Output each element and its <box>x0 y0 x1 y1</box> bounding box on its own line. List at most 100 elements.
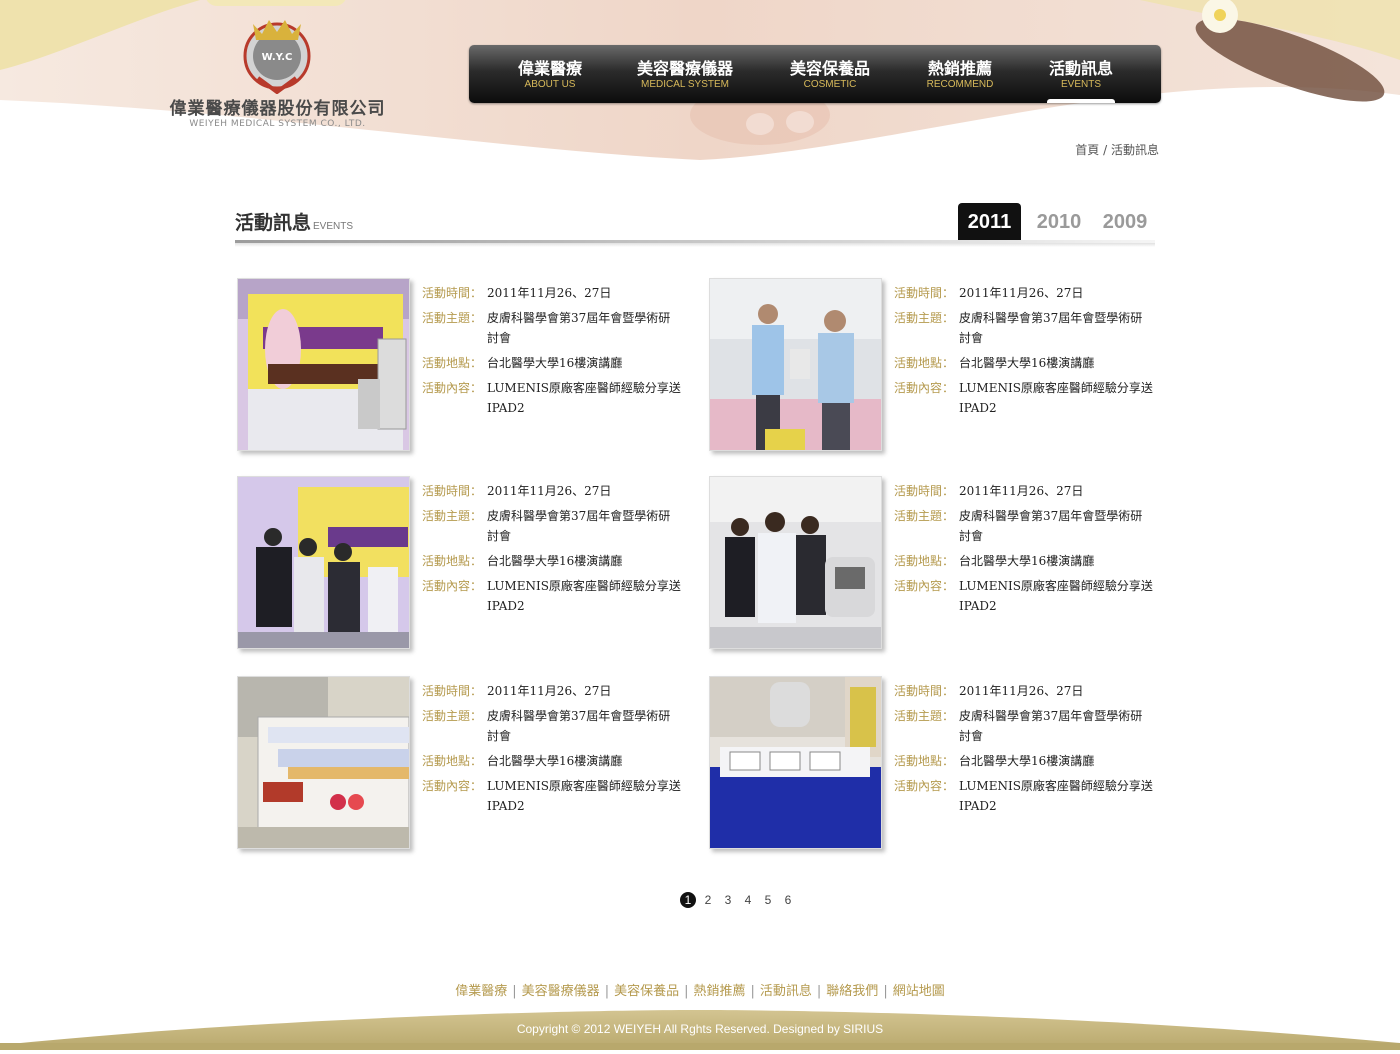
event-info: 活動時間： 2011年11月26、27日 活動主題： 皮膚科醫學會第37屆年會暨學術… <box>422 481 682 621</box>
event-info: 活動時間： 2011年11月26、27日 活動主題： 皮膚科醫學會第37屆年會暨學術… <box>894 283 1154 423</box>
event-content-label: 活動內容： <box>894 381 955 395</box>
breadcrumb: 首頁 / 活動訊息 <box>1075 141 1159 158</box>
event-place: 台北醫學大學16樓演講廳 <box>487 356 623 370</box>
year-tab-2010[interactable]: 2010 <box>1032 203 1086 240</box>
event-time-label: 活動時間： <box>422 484 483 498</box>
nav-label-en: ABOUT US <box>524 79 576 90</box>
event-info: 活動時間： 2011年11月26、27日 活動主題： 皮膚科醫學會第37屆年會暨學術… <box>422 283 682 423</box>
event-content: LUMENIS原廠客座醫師經驗分享送IPAD2 <box>487 579 681 613</box>
footer-link-events[interactable]: 活動訊息 <box>760 984 812 999</box>
nav-label-en: RECOMMEND <box>926 79 994 90</box>
page-link-1[interactable]: 1 <box>680 892 696 908</box>
page-title: 活動訊息 EVENTS <box>235 208 353 235</box>
event-time: 2011年11月26、27日 <box>487 484 612 498</box>
nav-item-cosmetic[interactable]: 美容保養品 COSMETIC <box>775 59 885 99</box>
company-logo[interactable]: W.Y.C 偉業醫療儀器股份有限公司 WEIYEH MEDICAL SYSTEM… <box>160 8 395 133</box>
event-topic: 皮膚科醫學會第37屆年會暨學術研討會 <box>959 311 1143 345</box>
crest-icon: W.Y.C <box>238 12 316 95</box>
event-photo[interactable] <box>237 278 410 451</box>
copyright-text: Copyright © 2012 WEIYEH All Rghts Reserv… <box>516 1022 884 1036</box>
page-title-en: EVENTS <box>313 221 354 232</box>
event-topic-label: 活動主題： <box>422 311 483 325</box>
year-tab-2009[interactable]: 2009 <box>1098 203 1152 240</box>
event-topic-label: 活動主題： <box>422 509 483 523</box>
event-topic: 皮膚科醫學會第37屆年會暨學術研討會 <box>487 709 671 743</box>
page-title-zh: 活動訊息 <box>235 212 312 234</box>
nav-label-en: COSMETIC <box>803 79 857 90</box>
event-topic: 皮膚科醫學會第37屆年會暨學術研討會 <box>487 311 671 345</box>
event-place-label: 活動地點： <box>894 356 955 370</box>
event-card: 活動時間： 2011年11月26、27日 活動主題： 皮膚科醫學會第37屆年會暨學術… <box>709 278 1159 453</box>
event-content-label: 活動內容： <box>422 779 483 793</box>
event-topic: 皮膚科醫學會第37屆年會暨學術研討會 <box>959 509 1143 543</box>
footer-separator: | <box>816 984 822 999</box>
page-link-3[interactable]: 3 <box>720 892 736 908</box>
breadcrumb-home-link[interactable]: 首頁 <box>1075 143 1099 157</box>
event-place-label: 活動地點： <box>894 754 955 768</box>
event-content-label: 活動內容： <box>894 579 955 593</box>
nav-item-recommend[interactable]: 熱銷推薦 RECOMMEND <box>910 59 1010 99</box>
nav-item-about-us[interactable]: 偉業醫療 ABOUT US <box>505 59 595 99</box>
event-card: 活動時間： 2011年11月26、27日 活動主題： 皮膚科醫學會第37屆年會暨學術… <box>237 476 687 651</box>
nav-label-zh: 美容醫療儀器 <box>636 59 733 78</box>
event-topic: 皮膚科醫學會第37屆年會暨學術研討會 <box>487 509 671 543</box>
event-place-label: 活動地點： <box>422 554 483 568</box>
nav-label-en: MEDICAL SYSTEM <box>641 79 729 90</box>
logo-tab-decoration <box>205 0 347 6</box>
nav-item-events[interactable]: 活動訊息 EVENTS <box>1035 59 1127 99</box>
event-content-label: 活動內容： <box>422 381 483 395</box>
event-content: LUMENIS原廠客座醫師經驗分享送IPAD2 <box>959 579 1153 613</box>
event-time: 2011年11月26、27日 <box>959 286 1084 300</box>
event-time: 2011年11月26、27日 <box>959 684 1084 698</box>
event-time-label: 活動時間： <box>894 286 955 300</box>
page-link-4[interactable]: 4 <box>740 892 756 908</box>
event-photo[interactable] <box>709 676 882 849</box>
nav-item-medical-system[interactable]: 美容醫療儀器 MEDICAL SYSTEM <box>625 59 745 99</box>
event-card: 活動時間： 2011年11月26、27日 活動主題： 皮膚科醫學會第37屆年會暨學術… <box>237 278 687 453</box>
event-topic-label: 活動主題： <box>422 709 483 723</box>
company-name-en: WEIYEH MEDICAL SYSTEM CO., LTD. <box>189 119 366 129</box>
nav-label-en: EVENTS <box>1060 79 1101 90</box>
footer-link-sitemap[interactable]: 網站地圖 <box>893 984 945 999</box>
event-content-label: 活動內容： <box>422 579 483 593</box>
event-photo[interactable] <box>709 476 882 649</box>
footer-link-about[interactable]: 偉業醫療 <box>455 984 507 999</box>
nav-label-zh: 偉業醫療 <box>517 59 582 78</box>
breadcrumb-current: 活動訊息 <box>1110 143 1159 157</box>
event-topic-label: 活動主題： <box>894 509 955 523</box>
event-time: 2011年11月26、27日 <box>487 684 612 698</box>
main-navigation: 偉業醫療 ABOUT US 美容醫療儀器 MEDICAL SYSTEM 美容保養… <box>469 45 1161 103</box>
page-link-2[interactable]: 2 <box>700 892 716 908</box>
event-card: 活動時間： 2011年11月26、27日 活動主題： 皮膚科醫學會第37屆年會暨學術… <box>709 476 1159 651</box>
event-card: 活動時間： 2011年11月26、27日 活動主題： 皮膚科醫學會第37屆年會暨學術… <box>237 676 687 851</box>
footer-separator: | <box>512 984 517 999</box>
nav-label-zh: 熱銷推薦 <box>927 59 992 78</box>
company-name-zh: 偉業醫療儀器股份有限公司 <box>169 99 386 119</box>
event-content-label: 活動內容： <box>894 779 955 793</box>
footer-separator: | <box>684 984 689 999</box>
event-photo[interactable] <box>237 476 410 649</box>
footer-link-recommend[interactable]: 熱銷推薦 <box>693 984 745 999</box>
event-content: LUMENIS原廠客座醫師經驗分享送IPAD2 <box>487 381 681 415</box>
nav-active-indicator <box>1047 99 1115 103</box>
year-tab-2011[interactable]: 2011 <box>958 203 1021 240</box>
event-place: 台北醫學大學16樓演講廳 <box>959 754 1095 768</box>
event-time: 2011年11月26、27日 <box>959 484 1084 498</box>
event-photo[interactable] <box>237 676 410 849</box>
event-place: 台北醫學大學16樓演講廳 <box>487 554 623 568</box>
event-place: 台北醫學大學16樓演講廳 <box>959 356 1095 370</box>
page-link-6[interactable]: 6 <box>780 892 796 908</box>
footer-links: 偉業醫療 | 美容醫療儀器 | 美容保養品 | 熱銷推薦 | 活動訊息 | 聯絡我們 | 網站地圖 <box>0 980 1400 999</box>
event-info: 活動時間： 2011年11月26、27日 活動主題： 皮膚科醫學會第37屆年會暨學術… <box>422 681 682 821</box>
event-place-label: 活動地點： <box>894 554 955 568</box>
footer-link-medical-system[interactable]: 美容醫療儀器 <box>522 984 600 999</box>
page-link-5[interactable]: 5 <box>760 892 776 908</box>
footer-link-contact[interactable]: 聯絡我們 <box>826 984 878 999</box>
event-topic: 皮膚科醫學會第37屆年會暨學術研討會 <box>959 709 1143 743</box>
event-photo[interactable] <box>709 278 882 451</box>
event-place-label: 活動地點： <box>422 356 483 370</box>
event-info: 活動時間： 2011年11月26、27日 活動主題： 皮膚科醫學會第37屆年會暨學術… <box>894 681 1154 821</box>
event-content: LUMENIS原廠客座醫師經驗分享送IPAD2 <box>959 779 1153 813</box>
event-time-label: 活動時間： <box>422 684 483 698</box>
footer-link-cosmetic[interactable]: 美容保養品 <box>614 984 679 999</box>
